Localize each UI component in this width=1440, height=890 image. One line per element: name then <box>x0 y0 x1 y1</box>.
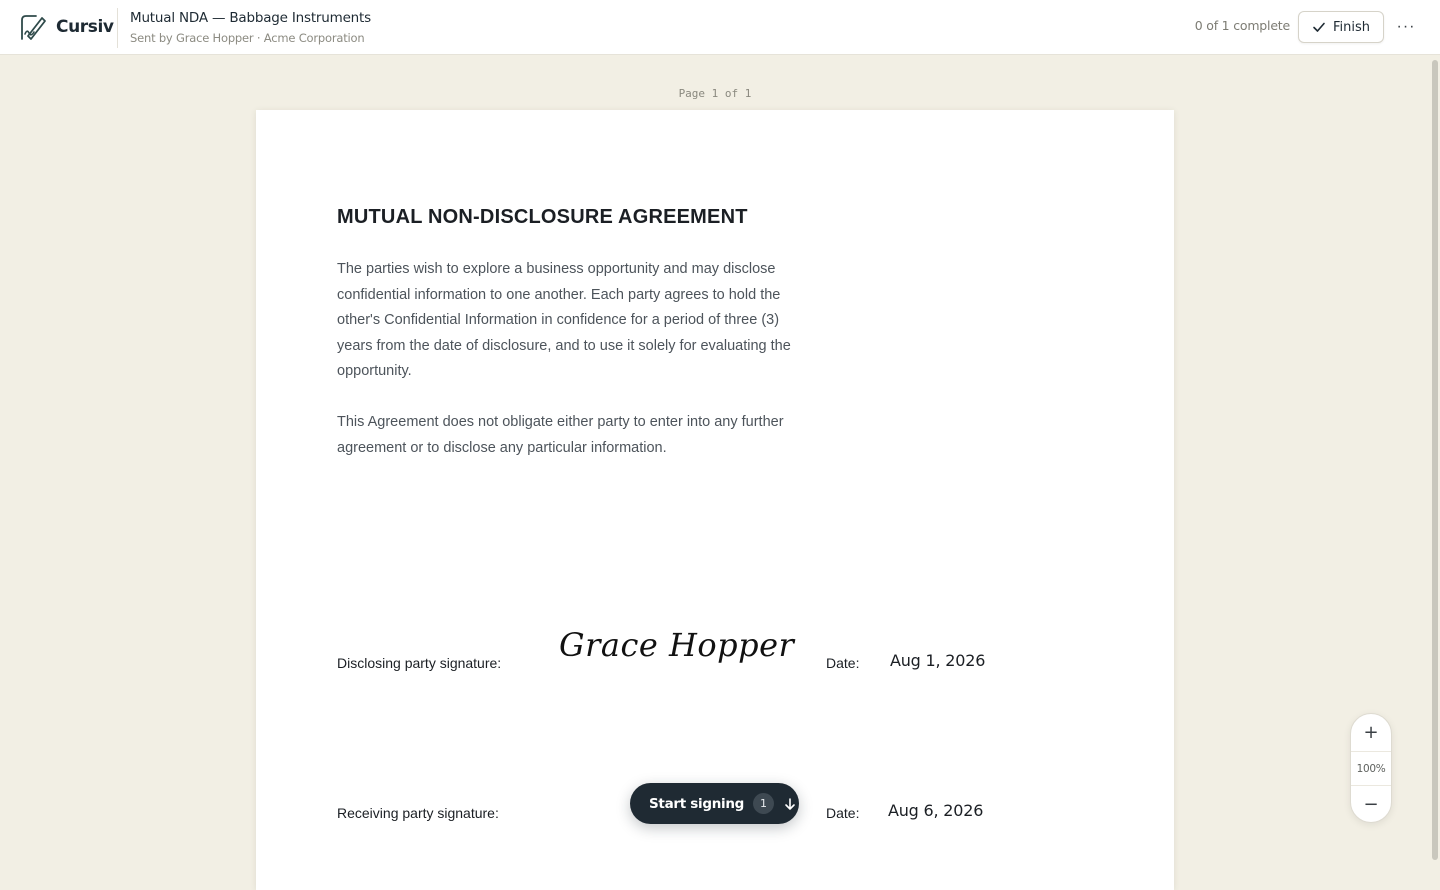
more-options-button[interactable]: ··· <box>1394 14 1418 40</box>
page-indicator: Page 1 of 1 <box>678 87 752 100</box>
document-paragraph: This Agreement does not obligate either … <box>337 414 784 456</box>
signature-pen-logo-icon <box>21 15 46 40</box>
completion-status: 0 of 1 complete <box>1194 18 1290 33</box>
zoom-out-button[interactable]: − <box>1351 785 1391 823</box>
document-heading: MUTUAL NON-DISCLOSURE AGREEMENT <box>337 206 748 228</box>
document-title: Mutual NDA — Babbage Instruments <box>130 10 371 26</box>
more-icon: ··· <box>1396 18 1416 35</box>
check-icon <box>1313 22 1325 32</box>
minus-icon: − <box>1363 794 1379 815</box>
scrollbar-thumb[interactable] <box>1432 60 1438 860</box>
start-signing-button[interactable]: Start signing 1 <box>630 783 799 824</box>
remaining-fields-badge: 1 <box>753 793 775 814</box>
arrow-down-icon <box>785 797 795 810</box>
start-signing-label: Start signing <box>649 795 745 812</box>
disclosing-date-label: Date: <box>826 655 860 671</box>
disclosing-signature-label: Disclosing party signature: <box>337 655 502 671</box>
zoom-in-button[interactable]: + <box>1351 714 1391 752</box>
receiving-signature-label: Receiving party signature: <box>337 805 499 821</box>
top-bar: Cursiv Mutual NDA — Babbage Instruments … <box>0 0 1440 55</box>
disclosing-date-value: Aug 1, 2026 <box>890 651 986 670</box>
zoom-control: + 100% − <box>1350 713 1392 823</box>
receiving-date-field[interactable]: Aug 6, 2026 <box>888 801 983 820</box>
app-logo[interactable]: Cursiv <box>18 12 114 42</box>
finish-button[interactable]: Finish <box>1298 11 1384 43</box>
finish-label: Finish <box>1332 19 1370 35</box>
document-sender: Sent by Grace Hopper · Acme Corporation <box>130 31 365 45</box>
document-paragraph: The parties wish to explore a business o… <box>337 261 791 379</box>
receiving-date-label: Date: <box>826 805 860 821</box>
disclosing-signature: Grace Hopper <box>559 626 795 664</box>
zoom-level: 100% <box>1356 762 1386 775</box>
app-name: Cursiv <box>56 17 114 37</box>
plus-icon: + <box>1363 722 1379 743</box>
document-page: MUTUAL NON-DISCLOSURE AGREEMENT The part… <box>256 110 1174 890</box>
header-divider <box>117 8 118 48</box>
